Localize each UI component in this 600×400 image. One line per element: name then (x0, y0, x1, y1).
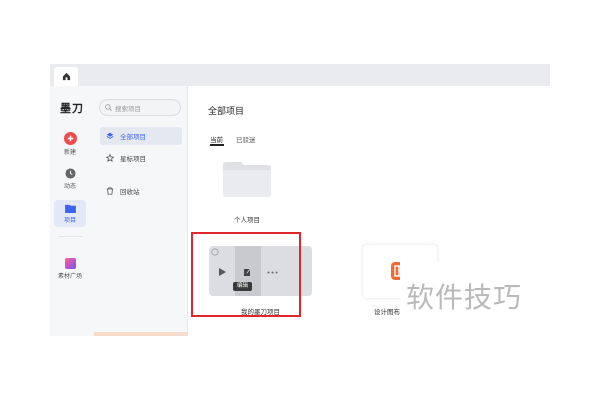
home-tab[interactable] (54, 67, 78, 86)
project-nav: 搜索项目 全部项目 星标项目 回收站 (94, 86, 188, 336)
tab-current[interactable]: 当前 (210, 134, 223, 144)
search-icon (105, 104, 112, 111)
nav-footer-bar (94, 332, 188, 336)
folder-icon[interactable] (223, 161, 271, 197)
rail-divider (58, 236, 82, 237)
tab-bar (50, 64, 550, 86)
home-icon (62, 72, 70, 81)
search-placeholder: 搜索项目 (115, 104, 141, 113)
watermark: 软件技巧 (400, 262, 550, 334)
rail-item-label: 素材广场 (57, 273, 82, 280)
nav-item-all-projects[interactable]: 全部项目 (100, 127, 182, 145)
rail-item-materials[interactable]: 素材广场 (54, 258, 86, 280)
left-rail: 墨刀 新建 动态 项目 素材广场 (50, 86, 90, 336)
folder-label: 个人项目 (234, 216, 260, 224)
rail-item-label: 动态 (63, 183, 76, 190)
nav-item-label: 星标项目 (120, 155, 146, 163)
rail-item-activity[interactable]: 动态 (54, 168, 86, 190)
gallery-icon (64, 258, 76, 269)
trash-icon (106, 187, 114, 195)
nav-item-label: 全部项目 (120, 133, 146, 141)
rail-item-new[interactable]: 新建 (54, 132, 86, 156)
rail-item-projects[interactable]: 项目 (54, 200, 86, 227)
nav-item-trash[interactable]: 回收站 (100, 182, 182, 200)
clock-icon (64, 168, 76, 179)
highlight-box (191, 232, 301, 317)
folder-icon (64, 204, 76, 213)
layers-icon (106, 132, 114, 139)
star-icon (106, 154, 114, 162)
rail-item-label: 新建 (63, 149, 76, 156)
tab-archived[interactable]: 已驳迷 (236, 134, 256, 144)
nav-item-label: 回收站 (120, 188, 140, 196)
tab-active-underline (210, 144, 224, 146)
page-title: 全部项目 (208, 107, 245, 117)
search-input[interactable]: 搜索项目 (99, 99, 181, 116)
app-logo: 墨刀 (60, 102, 84, 115)
rail-item-label: 项目 (63, 217, 76, 224)
plus-circle-icon (63, 132, 77, 145)
nav-item-starred[interactable]: 星标项目 (100, 149, 182, 167)
